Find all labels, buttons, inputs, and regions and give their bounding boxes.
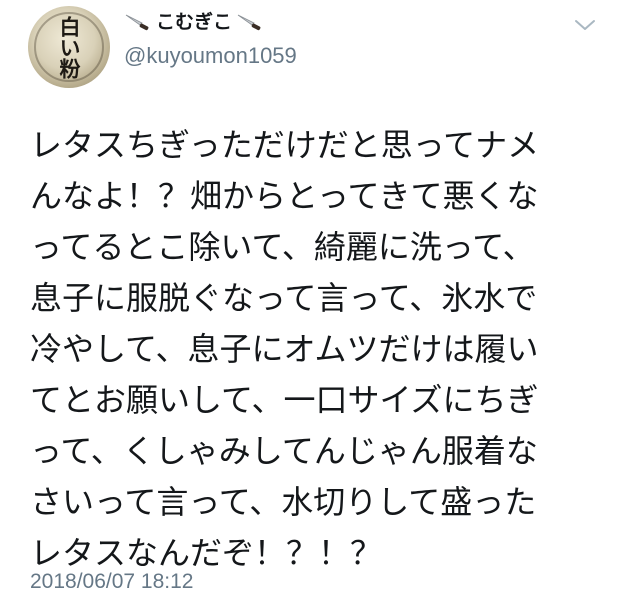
tweet-text-line: さいって言って、水切りして盛った xyxy=(30,483,537,521)
user-handle[interactable]: @kuyoumon1059 xyxy=(124,42,297,70)
tweet-text-line: レタスちぎっただけだと思ってナメ xyxy=(30,126,540,164)
tweet-text-line: 冷やして、息子にオムツだけは履い xyxy=(30,330,539,368)
avatar[interactable]: 白い粉 xyxy=(28,6,110,88)
tweet-text-line: って、くしゃみしてんじゃん服着な xyxy=(30,432,538,470)
tweet-timestamp[interactable]: 2018/06/07 18:12 xyxy=(30,568,194,596)
chevron-down-icon[interactable] xyxy=(574,18,596,32)
tweet-card: 白い粉 こむぎこ @kuyoumon1059 レタスちぎっただけだと思ってナメ … xyxy=(0,0,621,608)
tweet-text-line: んなよ！？畑からとってきて悪くな xyxy=(30,177,539,215)
author-name-row[interactable]: こむぎこ xyxy=(124,10,264,34)
tweet-text: レタスちぎっただけだと思ってナメ んなよ！？畑からとってきて悪くな ってるとこ除… xyxy=(30,120,600,579)
tweet-text-line: 息子に服脱ぐなって言って、氷水で xyxy=(30,279,538,317)
avatar-logo-text: 白い粉 xyxy=(57,15,82,79)
tweet-text-line: ってるとこ除いて、綺麗に洗って、 xyxy=(30,228,535,266)
display-name[interactable]: こむぎこ xyxy=(156,10,232,34)
tweet-text-line: てとお願いして、一口サイズにちぎ xyxy=(30,381,539,419)
kitchen-knife-icon xyxy=(237,14,261,31)
kitchen-knife-icon xyxy=(125,14,149,31)
